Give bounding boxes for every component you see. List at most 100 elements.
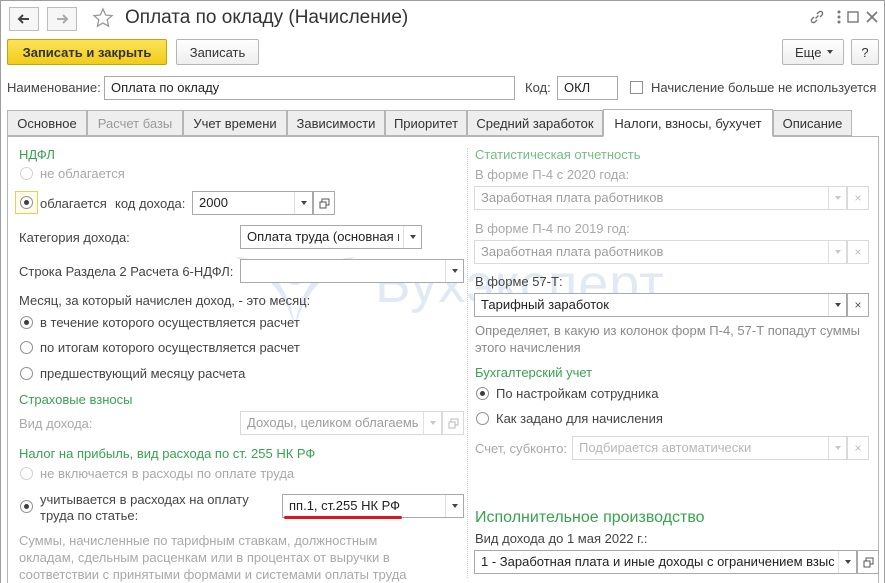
tab-average-earnings[interactable]: Средний заработок [467,110,603,136]
f57-select[interactable]: Тарифный заработок [474,293,847,317]
clear-account-button[interactable]: × [847,436,869,460]
chevron-down-icon[interactable] [403,226,421,248]
p4-2020-value: Заработная плата работников [481,190,664,205]
ndfl-not-taxed-radio[interactable] [20,167,33,180]
help-button[interactable]: ? [851,39,879,65]
f57-value: Тарифный заработок [481,297,609,312]
highlight-underline [284,516,402,519]
ndfl-taxed-radio[interactable] [20,196,33,209]
back-button[interactable] [9,7,39,31]
unused-checkbox[interactable] [630,81,643,94]
favorite-star-button[interactable] [91,6,115,30]
chevron-down-icon[interactable] [828,241,846,263]
p4-2020-select[interactable]: Заработная плата работников [474,186,847,210]
note-line2: окладам, сдельным расценкам или в процен… [19,550,390,565]
open-income-code-button[interactable] [313,191,335,215]
month-opt2-label: по итогам которого осуществляется расчет [40,340,300,355]
account-label: Счет, субконто: [475,441,568,456]
chevron-down-icon[interactable] [828,437,846,459]
income-type-select[interactable]: Доходы, целиком облагаемы [240,411,442,435]
account-placeholder: Подбирается автоматически [579,440,752,455]
profit-opt1-radio[interactable] [20,467,33,480]
profit-opt2-radio[interactable] [20,500,33,513]
month-opt1-label: в течение которого осуществляется расчет [40,315,300,330]
month-opt1-radio[interactable] [20,316,33,329]
tab-description[interactable]: Описание [773,110,852,136]
chevron-down-icon[interactable] [423,412,441,434]
open-window-icon [863,557,873,567]
income-code-value: 2000 [199,195,228,210]
p4-2019-label: В форме П-4 по 2019 год: [475,221,630,236]
open-window-icon [319,198,329,208]
month-label: Месяц, за который начислен доход, - это … [19,293,311,308]
accounting-title: Бухгалтерский учет [475,365,593,380]
profit-article-select[interactable]: пп.1, ст.255 НК РФ [282,494,464,518]
save-and-close-button[interactable]: Записать и закрыть [7,39,167,65]
note-line3: соответствии с принятыми формами и систе… [19,567,407,582]
open-income-type-button[interactable] [442,411,464,435]
income-code-select[interactable]: 2000 [192,191,313,215]
clear-f57-button[interactable]: × [847,293,869,317]
tab-base-calc[interactable]: Расчет базы [87,110,183,136]
save-button[interactable]: Записать [176,39,259,65]
link-icon[interactable] [807,7,827,27]
chevron-down-icon[interactable] [445,260,463,282]
clear-p4-2020-button[interactable]: × [847,186,869,210]
more-label: Еще [795,44,822,60]
forward-button[interactable] [47,7,77,31]
chevron-down-icon [827,50,834,54]
arrow-right-icon [57,14,69,24]
more-menu-button[interactable]: Еще [782,39,844,65]
code-input[interactable]: ОКЛ [557,76,618,100]
account-select[interactable]: Подбирается автоматически [572,436,847,460]
chevron-down-icon[interactable] [838,551,856,573]
enforcement-value: 1 - Заработная плата и иные доходы с огр… [481,554,834,569]
acc-opt2-label: Как задано для начисления [496,411,663,426]
f57-note-line2: этого начисления [475,340,581,355]
maximize-icon[interactable] [843,7,863,27]
ndfl-title: НДФЛ [19,147,55,162]
chevron-down-icon[interactable] [445,495,463,517]
chevron-down-icon[interactable] [294,192,312,214]
star-icon [92,7,114,28]
enforcement-label: Вид дохода до 1 мая 2022 г.: [475,531,648,546]
tab-taxes[interactable]: Налоги, взносы, бухучет [603,109,773,137]
acc-opt2-radio[interactable] [476,412,489,425]
f57-note-line1: Определяет, в какую из колонок форм П-4,… [475,323,861,338]
profit-opt2-label-line1: учитывается в расходах на оплату [40,492,249,507]
window-title: Оплата по окладу (Начисление) [125,7,409,28]
p4-2019-select[interactable]: Заработная плата работников [474,240,847,264]
column-divider [467,148,468,578]
income-code-label: код дохода: [115,196,186,211]
acc-opt1-radio[interactable] [476,387,489,400]
income-category-select[interactable]: Оплата труда (основная н [240,225,422,249]
income-type-value: Доходы, целиком облагаемы [247,415,419,430]
income-type-label: Вид дохода: [19,416,93,431]
chevron-down-icon[interactable] [828,187,846,209]
close-icon[interactable] [862,7,882,27]
profit-article-value: пп.1, ст.255 НК РФ [289,498,401,513]
month-opt3-radio[interactable] [20,367,33,380]
section2-select[interactable] [240,259,464,283]
arrow-left-icon [17,14,29,24]
profit-opt2-label-line2: труда по статье: [40,508,139,523]
enforcement-select[interactable]: 1 - Заработная плата и иные доходы с огр… [474,550,857,574]
open-window-icon [448,418,458,428]
open-enforcement-button[interactable] [857,550,879,574]
clear-p4-2019-button[interactable]: × [847,240,869,264]
ndfl-taxed-label: облагается [40,196,107,211]
profit-opt1-label: не включается в расходы по оплате труда [40,466,295,481]
code-label: Код: [525,80,551,95]
tab-priority[interactable]: Приоритет [385,110,467,136]
tab-main[interactable]: Основное [7,110,87,136]
name-input[interactable]: Оплата по окладу [104,76,515,100]
chevron-down-icon[interactable] [828,294,846,316]
income-category-value: Оплата труда (основная н [247,229,399,244]
enforcement-title: Исполнительное производство [475,509,705,526]
insurance-title: Страховые взносы [19,392,133,407]
month-opt2-radio[interactable] [20,341,33,354]
acc-opt1-label: По настройкам сотрудника [496,386,659,401]
tab-time-tracking[interactable]: Учет времени [183,110,287,136]
tab-dependencies[interactable]: Зависимости [287,110,385,136]
income-category-label: Категория дохода: [19,230,130,245]
